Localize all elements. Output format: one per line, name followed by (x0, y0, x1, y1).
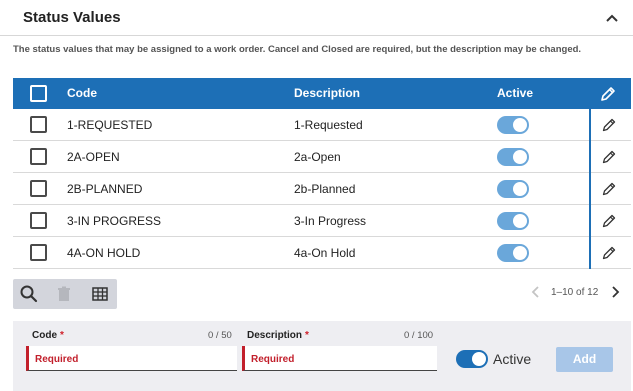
active-toggle-label: Active (493, 351, 532, 367)
grid-body: 1-REQUESTED 1-Requested 2A-OPEN 2a-Open … (13, 109, 631, 269)
cell-description: 3-In Progress (294, 214, 367, 228)
add-status-form: Code * 0 / 50 Required Description * 0 / 1… (13, 321, 631, 391)
next-page-button[interactable] (609, 284, 621, 300)
column-divider (589, 109, 591, 141)
columns-button[interactable] (90, 284, 110, 304)
table-row: 1-REQUESTED 1-Requested (13, 109, 631, 141)
previous-page-button[interactable] (530, 284, 542, 300)
active-toggle[interactable] (497, 244, 529, 262)
cell-code: 4A-ON HOLD (67, 246, 141, 260)
active-toggle-new[interactable] (456, 350, 488, 368)
code-field[interactable]: Required (26, 346, 237, 371)
description-field-label: Description * (247, 330, 309, 341)
required-marker: * (305, 330, 309, 341)
code-char-count: 0 / 50 (208, 330, 232, 341)
column-divider (589, 205, 591, 237)
column-header-code[interactable]: Code (67, 86, 97, 100)
row-checkbox[interactable] (30, 148, 47, 165)
pencil-icon (602, 214, 616, 228)
chevron-up-icon (606, 14, 618, 22)
column-divider (589, 141, 591, 173)
chevron-left-icon (531, 286, 539, 298)
cell-description: 2a-Open (294, 150, 341, 164)
row-checkbox[interactable] (30, 212, 47, 229)
trash-icon (58, 286, 70, 301)
cell-code: 1-REQUESTED (67, 118, 153, 132)
toggle-knob (472, 352, 486, 366)
description-field[interactable]: Required (242, 346, 437, 371)
toggle-knob (513, 118, 527, 132)
active-toggle[interactable] (497, 212, 529, 230)
row-checkbox[interactable] (30, 244, 47, 261)
columns-icon (92, 287, 108, 301)
delete-button[interactable] (54, 284, 74, 304)
section-header: Status Values (0, 0, 633, 36)
pencil-icon (602, 150, 616, 164)
pencil-icon (602, 246, 616, 260)
collapse-button[interactable] (603, 10, 621, 26)
cell-description: 4a-On Hold (294, 246, 356, 260)
edit-row-button[interactable] (601, 149, 617, 165)
column-header-description[interactable]: Description (294, 86, 360, 100)
cell-code: 2B-PLANNED (67, 182, 143, 196)
edit-row-button[interactable] (601, 181, 617, 197)
row-checkbox[interactable] (30, 180, 47, 197)
toggle-knob (513, 150, 527, 164)
grid-header: Code Description Active (13, 78, 631, 109)
toggle-knob (513, 182, 527, 196)
cell-code: 3-IN PROGRESS (67, 214, 162, 228)
description-label-text: Description (247, 330, 303, 341)
section-title: Status Values (23, 9, 121, 26)
chevron-right-icon (612, 286, 620, 298)
cell-code: 2A-OPEN (67, 150, 120, 164)
grid-toolbar (13, 279, 117, 309)
toggle-knob (513, 214, 527, 228)
pencil-icon (601, 87, 615, 101)
select-all-checkbox[interactable] (30, 85, 47, 102)
table-row: 4A-ON HOLD 4a-On Hold (13, 237, 631, 269)
cell-description: 1-Requested (294, 118, 363, 132)
active-toggle[interactable] (497, 180, 529, 198)
toggle-knob (513, 246, 527, 260)
search-icon (20, 285, 38, 303)
edit-all-button[interactable] (599, 85, 617, 103)
code-label-text: Code (32, 330, 57, 341)
section-description: The status values that may be assigned t… (13, 44, 582, 55)
column-divider (589, 237, 591, 269)
table-row: 3-IN PROGRESS 3-In Progress (13, 205, 631, 237)
active-toggle[interactable] (497, 148, 529, 166)
pagination-info: 1–10 of 12 (551, 287, 599, 298)
add-button[interactable]: Add (556, 347, 613, 372)
column-divider (589, 173, 591, 205)
code-field-label: Code * (32, 330, 64, 341)
cell-description: 2b-Planned (294, 182, 356, 196)
required-marker: * (60, 330, 64, 341)
pencil-icon (602, 118, 616, 132)
pencil-icon (602, 182, 616, 196)
description-char-count: 0 / 100 (404, 330, 434, 341)
search-button[interactable] (19, 284, 39, 304)
table-row: 2A-OPEN 2a-Open (13, 141, 631, 173)
edit-row-button[interactable] (601, 245, 617, 261)
column-header-active[interactable]: Active (497, 86, 533, 100)
row-checkbox[interactable] (30, 116, 47, 133)
edit-row-button[interactable] (601, 117, 617, 133)
table-row: 2B-PLANNED 2b-Planned (13, 173, 631, 205)
edit-row-button[interactable] (601, 213, 617, 229)
active-toggle[interactable] (497, 116, 529, 134)
